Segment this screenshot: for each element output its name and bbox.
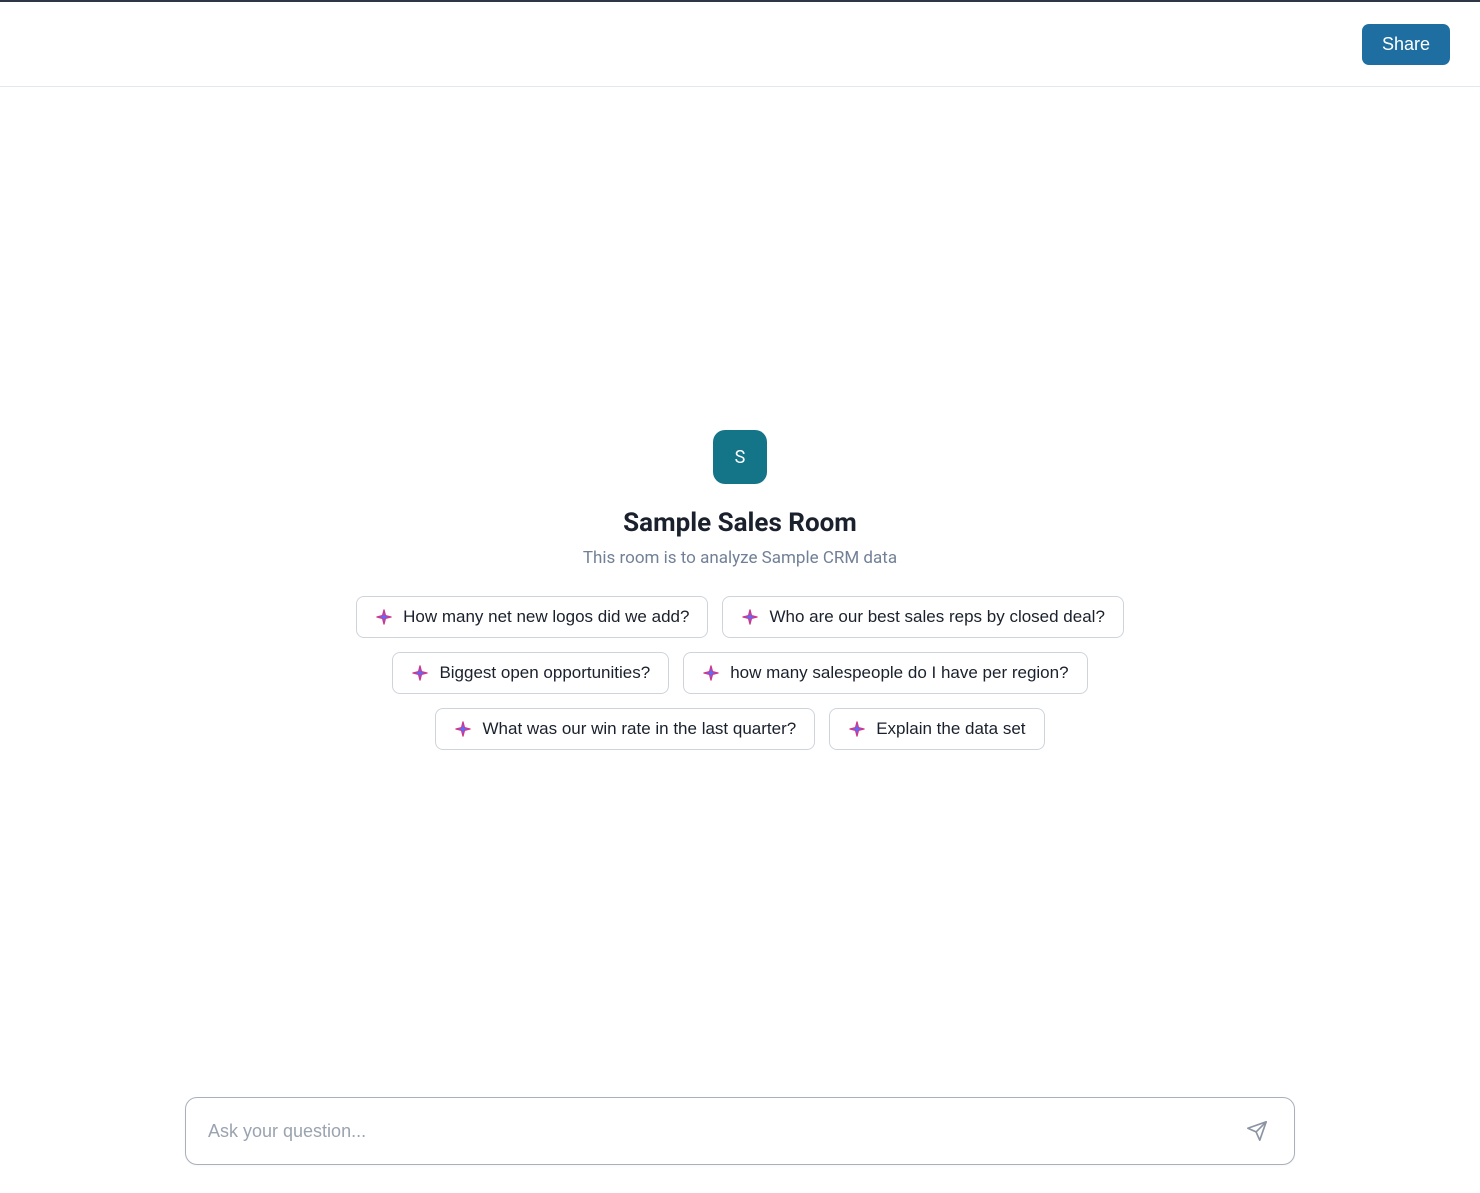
suggestion-label: how many salespeople do I have per regio… [730, 663, 1068, 683]
suggestion-chip-5[interactable]: Explain the data set [829, 708, 1044, 750]
sparkle-icon [741, 608, 759, 626]
suggestion-label: Who are our best sales reps by closed de… [769, 607, 1104, 627]
question-input[interactable] [208, 1121, 1242, 1142]
suggestion-chip-0[interactable]: How many net new logos did we add? [356, 596, 708, 638]
suggestion-label: How many net new logos did we add? [403, 607, 689, 627]
main-content: S Sample Sales Room This room is to anal… [0, 87, 1480, 1193]
room-title: Sample Sales Room [623, 508, 857, 538]
sparkle-icon [411, 664, 429, 682]
sparkle-icon [848, 720, 866, 738]
suggestion-chip-2[interactable]: Biggest open opportunities? [392, 652, 669, 694]
sparkle-icon [454, 720, 472, 738]
input-area [0, 1097, 1480, 1193]
room-subtitle: This room is to analyze Sample CRM data [583, 548, 897, 568]
room-avatar: S [713, 430, 767, 484]
share-button[interactable]: Share [1362, 24, 1450, 65]
send-button[interactable] [1242, 1116, 1272, 1146]
header: Share [0, 2, 1480, 87]
suggestion-chip-4[interactable]: What was our win rate in the last quarte… [435, 708, 815, 750]
suggestions-container: How many net new logos did we add? Who a… [280, 596, 1200, 750]
sparkle-icon [702, 664, 720, 682]
suggestion-label: What was our win rate in the last quarte… [482, 719, 796, 739]
send-icon [1246, 1120, 1268, 1142]
suggestion-label: Explain the data set [876, 719, 1025, 739]
suggestion-chip-1[interactable]: Who are our best sales reps by closed de… [722, 596, 1123, 638]
suggestion-chip-3[interactable]: how many salespeople do I have per regio… [683, 652, 1087, 694]
sparkle-icon [375, 608, 393, 626]
suggestion-label: Biggest open opportunities? [439, 663, 650, 683]
input-wrapper [185, 1097, 1295, 1165]
